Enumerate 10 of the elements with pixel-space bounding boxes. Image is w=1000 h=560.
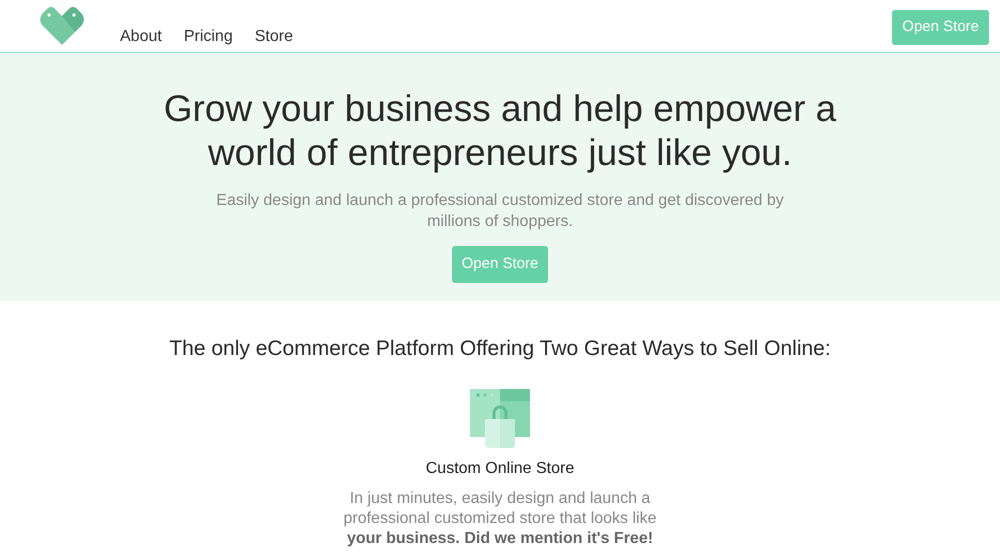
feature-title: Custom Online Store [426,458,574,478]
nav-link[interactable]: About [120,25,162,49]
nav-link[interactable]: Store [254,25,293,49]
heart-logo[interactable] [40,7,84,45]
hero-subtitle: Easily design and launch a professional customized store and get discovered by millions of shoppers. [215,191,785,232]
nav-link[interactable]: Pricing [184,25,233,49]
feature-description: In just minutes, easily design and launch a professional customized store that looks like your business. Did we mention it's Free! [342,488,658,548]
shopping-bag-window-icon [470,388,530,448]
section-heading: The only eCommerce Platform Offering Two Great Ways to Sell Online: [169,336,831,362]
hero-heading: Grow your business and help empower a world of entrepreneurs just like you. [162,87,838,175]
